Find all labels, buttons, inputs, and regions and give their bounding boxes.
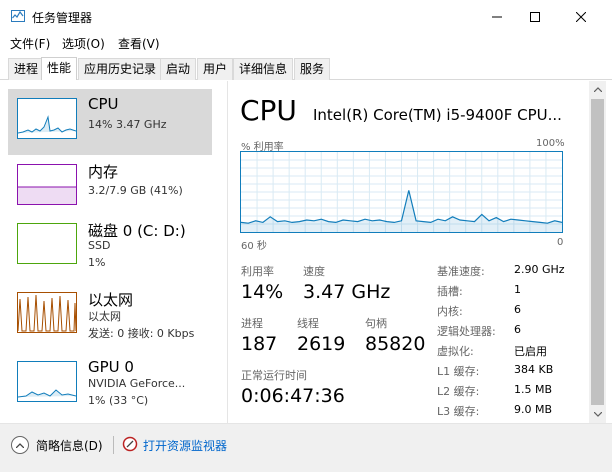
resource-value: 1% (33 °C) — [88, 394, 149, 407]
tab-startup[interactable]: 启动 — [160, 58, 197, 80]
speed-label: 速度 — [303, 265, 325, 278]
chevron-up-icon — [16, 442, 24, 448]
graph-time-label: 60 秒 — [241, 241, 267, 252]
handles-value: 85820 — [365, 333, 426, 355]
spec-logical-label: 逻辑处理器: — [437, 325, 496, 338]
footer-bar: 简略信息(D) 打开资源监视器 — [0, 423, 612, 472]
resource-value: 1% — [88, 256, 106, 269]
close-icon — [576, 11, 586, 22]
threads-label: 线程 — [297, 317, 319, 330]
ethernet-thumbnail — [17, 292, 77, 333]
scroll-down-button[interactable] — [589, 406, 606, 423]
tab-app-history[interactable]: 应用历史记录 — [78, 58, 163, 80]
spec-base-speed-label: 基准速度: — [437, 265, 485, 278]
chevron-up-icon — [593, 87, 602, 92]
close-button[interactable] — [558, 0, 604, 33]
spec-virtualization-label: 虚拟化: — [437, 345, 474, 358]
resource-type: SSD — [88, 239, 111, 252]
spec-l3-value: 9.0 MB — [514, 403, 553, 416]
resource-title: 内存 — [88, 163, 119, 181]
scroll-thumb[interactable] — [591, 99, 604, 405]
footer-divider — [113, 436, 114, 454]
memory-thumbnail — [17, 164, 77, 205]
gpu-mini-graph — [17, 389, 77, 398]
fewer-details-button[interactable] — [11, 436, 29, 454]
ethernet-mini-graph — [17, 294, 77, 332]
processes-value: 187 — [241, 333, 278, 355]
cpu-utilization-graph — [240, 151, 563, 233]
cpu-mini-graph — [17, 115, 77, 134]
spec-cores-label: 内核: — [437, 305, 463, 318]
utilization-label: 利用率 — [241, 265, 274, 278]
resource-title: GPU 0 — [88, 358, 134, 376]
tab-bar: 进程 性能 应用历史记录 启动 用户 详细信息 服务 — [0, 56, 612, 80]
uptime-value: 0:06:47:36 — [241, 385, 345, 407]
menu-bar: 文件(F) 选项(O) 查看(V) — [0, 33, 612, 53]
detail-heading: CPU — [240, 94, 297, 127]
resource-value: 14% 3.47 GHz — [88, 118, 167, 131]
spec-l1-label: L1 缓存: — [437, 365, 480, 378]
processes-label: 进程 — [241, 317, 263, 330]
cpu-thumbnail — [17, 98, 77, 139]
memory-mini-graph — [18, 186, 76, 204]
tab-services[interactable]: 服务 — [294, 58, 331, 80]
menu-file[interactable]: 文件(F) — [10, 35, 50, 52]
gpu-thumbnail — [17, 361, 77, 402]
threads-value: 2619 — [297, 333, 346, 355]
resource-monitor-icon — [122, 436, 138, 452]
spec-cores-value: 6 — [514, 303, 521, 316]
tab-performance[interactable]: 性能 — [41, 57, 78, 80]
resource-list: CPU 14% 3.47 GHz 内存 3.2/7.9 GB (41%) 磁盘 … — [0, 81, 228, 423]
spec-l3-label: L3 缓存: — [437, 405, 480, 418]
spec-sockets-value: 1 — [514, 283, 521, 296]
menu-view[interactable]: 查看(V) — [118, 35, 160, 52]
open-resource-monitor-link[interactable]: 打开资源监视器 — [143, 437, 227, 454]
graph-max-label: 100% — [536, 138, 565, 149]
chevron-down-icon — [593, 412, 602, 417]
resource-title: CPU — [88, 95, 119, 113]
menu-options[interactable]: 选项(O) — [62, 35, 105, 52]
title-bar: 任务管理器 — [0, 0, 612, 33]
resource-value: 发送: 0 接收: 0 Kbps — [88, 327, 195, 340]
speed-value: 3.47 GHz — [303, 281, 391, 303]
vertical-scrollbar[interactable] — [589, 81, 606, 423]
handles-label: 句柄 — [365, 317, 387, 330]
spec-sockets-label: 插槽: — [437, 285, 463, 298]
spec-l2-value: 1.5 MB — [514, 383, 553, 396]
utilization-value: 14% — [241, 281, 284, 303]
cpu-model: Intel(R) Core(TM) i5-9400F CPU... — [313, 106, 562, 124]
tab-details[interactable]: 详细信息 — [233, 58, 294, 80]
task-manager-icon — [11, 10, 25, 22]
fewer-details-label[interactable]: 简略信息(D) — [36, 437, 103, 454]
spec-virtualization-value: 已启用 — [514, 345, 547, 358]
minimize-icon — [492, 16, 502, 17]
spec-logical-value: 6 — [514, 323, 521, 336]
scroll-up-button[interactable] — [589, 81, 606, 98]
resource-gpu[interactable]: GPU 0 NVIDIA GeForce... 1% (33 °C) — [8, 352, 212, 418]
maximize-button[interactable] — [512, 0, 558, 33]
resource-title: 以太网 — [88, 291, 134, 309]
window-title: 任务管理器 — [32, 11, 93, 25]
resource-memory[interactable]: 内存 3.2/7.9 GB (41%) — [8, 155, 212, 221]
resource-value: 3.2/7.9 GB (41%) — [88, 184, 183, 197]
uptime-label: 正常运行时间 — [241, 369, 307, 382]
maximize-icon — [530, 11, 540, 22]
resource-ethernet[interactable]: 以太网 以太网 发送: 0 接收: 0 Kbps — [8, 283, 212, 349]
resource-disk[interactable]: 磁盘 0 (C: D:) SSD 1% — [8, 214, 212, 280]
cpu-graph-canvas — [240, 152, 563, 232]
tab-users[interactable]: 用户 — [197, 58, 234, 80]
disk-thumbnail — [17, 223, 77, 264]
resource-type: NVIDIA GeForce... — [88, 377, 186, 390]
resource-cpu[interactable]: CPU 14% 3.47 GHz — [8, 89, 212, 155]
resource-type: 以太网 — [88, 310, 121, 323]
tab-processes[interactable]: 进程 — [8, 58, 45, 80]
spec-base-speed-value: 2.90 GHz — [514, 263, 565, 276]
spec-l2-label: L2 缓存: — [437, 385, 480, 398]
graph-zero-label: 0 — [557, 237, 564, 248]
resource-title: 磁盘 0 (C: D:) — [88, 222, 186, 240]
spec-l1-value: 384 KB — [514, 363, 554, 376]
